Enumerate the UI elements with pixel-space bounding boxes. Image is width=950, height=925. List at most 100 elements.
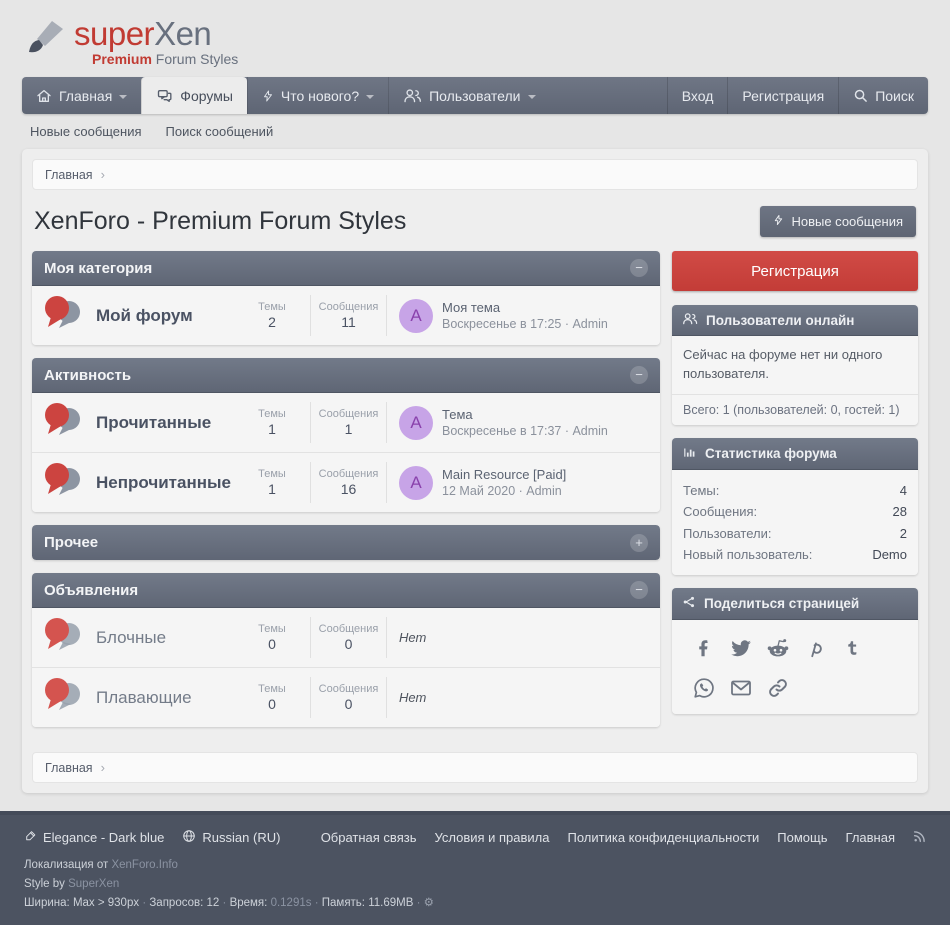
- category-block: Активность − Прочитанные Темы 1: [32, 358, 660, 512]
- breadcrumb-home[interactable]: Главная: [45, 761, 93, 775]
- whatsapp-icon[interactable]: [685, 676, 722, 700]
- nav-tab-home[interactable]: Главная: [22, 77, 141, 114]
- subnav-search-posts[interactable]: Поиск сообщений: [166, 124, 274, 139]
- latest-meta: 12 Май 2020 · Admin: [442, 484, 566, 498]
- email-icon[interactable]: [722, 676, 759, 700]
- breadcrumb: Главная ›: [32, 159, 918, 190]
- settings-icon[interactable]: ⚙: [424, 897, 434, 909]
- footer-link-privacy[interactable]: Политика конфиденциальности: [568, 830, 760, 845]
- superxen-link[interactable]: SuperXen: [68, 878, 119, 890]
- xenforo-info-link[interactable]: XenForo.Info: [111, 859, 177, 871]
- comments-icon: [156, 88, 173, 104]
- rss-icon[interactable]: [913, 830, 926, 846]
- nav-tab-forums[interactable]: Форумы: [141, 77, 247, 114]
- nav-tab-members[interactable]: Пользователи: [388, 77, 549, 114]
- messages-stat: Сообщения 11: [310, 295, 386, 336]
- search-button[interactable]: Поиск: [838, 77, 928, 114]
- stats-row: Сообщения: 28: [683, 501, 907, 522]
- breadcrumb-bottom: Главная ›: [32, 752, 918, 783]
- topics-stat: Темы 1: [234, 402, 310, 443]
- no-posts-label: Нет: [399, 630, 426, 645]
- style-chooser[interactable]: Elegance - Dark blue: [24, 829, 164, 846]
- newest-member-link[interactable]: Demo: [872, 544, 907, 565]
- bolt-icon: [262, 88, 274, 104]
- forum-row[interactable]: Блочные Темы 0 Сообщения 0 Нет: [32, 608, 660, 667]
- widget-title: Поделиться страницей: [704, 596, 859, 611]
- footer-link-contact[interactable]: Обратная связь: [321, 830, 417, 845]
- latest-post: A Моя тема Воскресенье в 17:25 · Admin: [386, 295, 648, 336]
- forum-link[interactable]: Плавающие: [96, 688, 234, 708]
- avatar[interactable]: A: [399, 466, 433, 500]
- category-header[interactable]: Моя категория −: [32, 251, 660, 286]
- language-chooser[interactable]: Russian (RU): [182, 829, 280, 846]
- stats-row: Пользователи: 2: [683, 523, 907, 544]
- widget-title: Статистика форума: [705, 446, 837, 461]
- site-logo[interactable]: superXen Premium Forum Styles: [22, 16, 238, 67]
- forum-link[interactable]: Блочные: [96, 628, 234, 648]
- twitter-icon[interactable]: [722, 636, 759, 660]
- latest-meta: Воскресенье в 17:37 · Admin: [442, 424, 608, 438]
- forum-list: Моя категория − Мой форум Темы 2: [32, 251, 660, 740]
- forum-row[interactable]: Непрочитанные Темы 1 Сообщения 16 A: [32, 452, 660, 512]
- debug-stats: Ширина: Max > 930px · Запросов: 12 · Вре…: [24, 894, 926, 913]
- forum-row[interactable]: Плавающие Темы 0 Сообщения 0 Нет: [32, 667, 660, 727]
- forum-row[interactable]: Прочитанные Темы 1 Сообщения 1 A Т: [32, 393, 660, 452]
- forum-link[interactable]: Прочитанные: [96, 413, 234, 433]
- facebook-icon[interactable]: [685, 636, 722, 660]
- latest-post: A Тема Воскресенье в 17:37 · Admin: [386, 402, 648, 443]
- messages-stat: Сообщения 16: [310, 462, 386, 503]
- category-header[interactable]: Объявления −: [32, 573, 660, 608]
- category-block: Объявления − Блочные Темы 0: [32, 573, 660, 727]
- latest-thread-link[interactable]: Тема: [442, 407, 608, 422]
- page-title: XenForo - Premium Forum Styles: [34, 207, 406, 236]
- tumblr-icon[interactable]: [833, 636, 870, 660]
- reddit-icon[interactable]: [759, 636, 796, 660]
- login-button[interactable]: Вход: [667, 77, 728, 114]
- avatar[interactable]: A: [399, 406, 433, 440]
- category-header[interactable]: Активность −: [32, 358, 660, 393]
- chevron-right-icon: ›: [101, 760, 105, 775]
- online-users-widget: Пользователи онлайн Сейчас на форуме нет…: [672, 305, 918, 425]
- topics-stat: Темы 1: [234, 462, 310, 503]
- footer-link-help[interactable]: Помощь: [777, 830, 827, 845]
- category-header[interactable]: Прочее +: [32, 525, 660, 560]
- paintbrush-icon: [24, 829, 37, 846]
- register-button[interactable]: Регистрация: [672, 251, 918, 291]
- forum-bubbles-icon: [44, 462, 84, 503]
- stats-row: Темы: 4: [683, 480, 907, 501]
- widget-title: Пользователи онлайн: [706, 313, 854, 328]
- latest-thread-link[interactable]: Main Resource [Paid]: [442, 467, 566, 482]
- forum-bubbles-icon: [44, 617, 84, 658]
- category-block: Моя категория − Мой форум Темы 2: [32, 251, 660, 345]
- register-nav-button[interactable]: Регистрация: [727, 77, 838, 114]
- breadcrumb-home[interactable]: Главная: [45, 168, 93, 182]
- nav-tab-whats-new[interactable]: Что нового?: [247, 77, 388, 114]
- collapse-icon[interactable]: −: [630, 366, 648, 384]
- avatar[interactable]: A: [399, 299, 433, 333]
- forum-link[interactable]: Непрочитанные: [96, 473, 234, 493]
- forum-stats-widget: Статистика форума Темы: 4 Сообщения: 28 …: [672, 438, 918, 576]
- pinterest-icon[interactable]: [796, 636, 833, 660]
- new-posts-button[interactable]: Новые сообщения: [760, 206, 916, 237]
- chevron-down-icon: [366, 95, 374, 99]
- latest-thread-link[interactable]: Моя тема: [442, 300, 608, 315]
- chevron-down-icon: [119, 95, 127, 99]
- chevron-down-icon: [528, 95, 536, 99]
- subnav-new-posts[interactable]: Новые сообщения: [30, 124, 142, 139]
- footer-link-home[interactable]: Главная: [846, 830, 895, 845]
- stats-row: Новый пользователь: Demo: [683, 544, 907, 565]
- footer-link-terms[interactable]: Условия и правила: [434, 830, 549, 845]
- collapse-icon[interactable]: −: [630, 581, 648, 599]
- brand-name: superXen: [74, 15, 211, 52]
- forum-row[interactable]: Мой форум Темы 2 Сообщения 11 A Мо: [32, 286, 660, 345]
- forum-link[interactable]: Мой форум: [96, 306, 234, 326]
- latest-meta: Воскресенье в 17:25 · Admin: [442, 317, 608, 331]
- bar-chart-icon: [682, 445, 697, 462]
- search-icon: [853, 88, 868, 103]
- messages-stat: Сообщения 0: [310, 617, 386, 658]
- collapse-icon[interactable]: −: [630, 259, 648, 277]
- expand-icon[interactable]: +: [630, 534, 648, 552]
- sidebar: Регистрация Пользователи онлайн Сейчас н…: [672, 251, 918, 727]
- online-users-empty: Сейчас на форуме нет ни одного пользоват…: [672, 336, 918, 394]
- link-icon[interactable]: [759, 676, 796, 700]
